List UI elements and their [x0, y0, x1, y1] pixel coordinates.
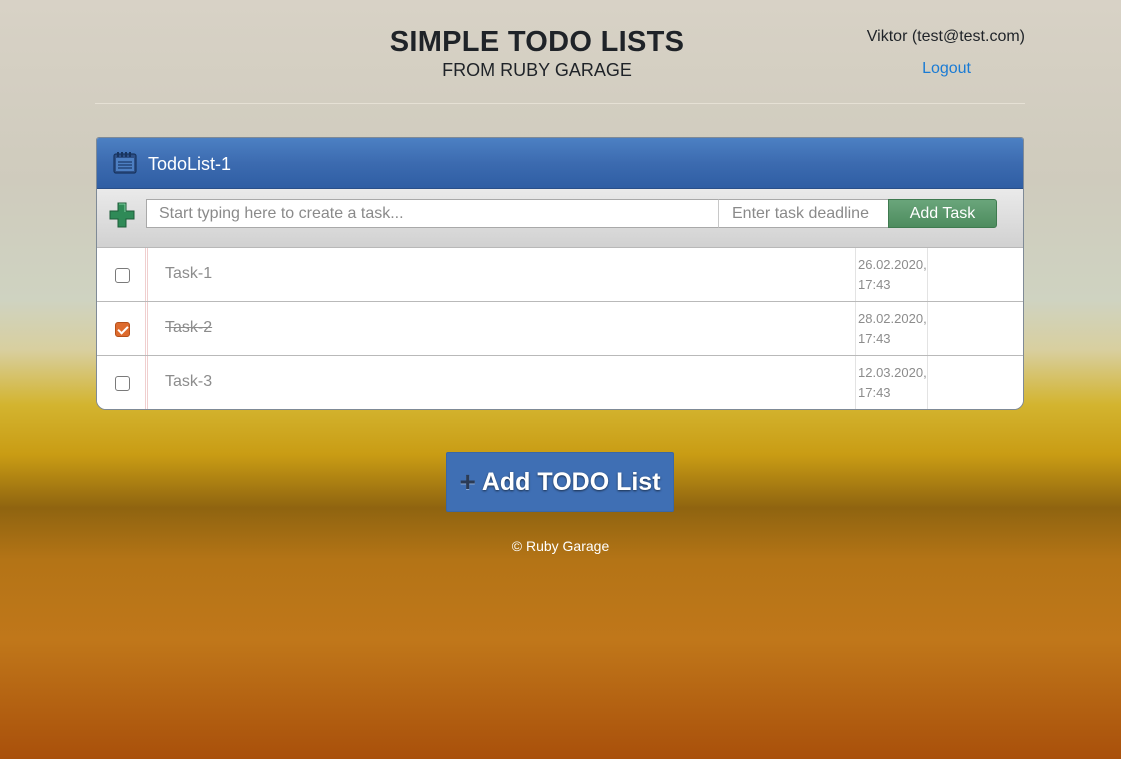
task-row: Task-1 26.02.2020, 17:43 [97, 248, 1023, 302]
page-header: SIMPLE TODO LISTS FROM RUBY GARAGE Vikto… [95, 0, 1025, 104]
task-checkbox[interactable] [115, 268, 130, 283]
task-deadline: 26.02.2020, 17:43 [855, 248, 928, 301]
plus-icon: + [459, 466, 476, 497]
task-row: Task-3 12.03.2020, 17:43 [97, 356, 1023, 409]
new-task-input[interactable] [146, 199, 719, 228]
add-todo-list-button[interactable]: + Add TODO List [446, 452, 674, 512]
plus-icon [109, 202, 135, 228]
task-check-cell [97, 356, 148, 409]
page-subtitle: FROM RUBY GARAGE [442, 60, 632, 80]
task-row: Task-2 28.02.2020, 17:43 [97, 302, 1023, 356]
logout-link[interactable]: Logout [922, 60, 971, 78]
task-deadline: 12.03.2020, 17:43 [855, 356, 928, 409]
todo-list-panel: TodoList-1 Add Task Task-1 26.02.2020, 1… [96, 137, 1024, 410]
new-task-bar: Add Task [97, 189, 1023, 248]
task-name[interactable]: Task-2 [165, 319, 212, 337]
todo-list-header: TodoList-1 [97, 138, 1023, 189]
calendar-icon [113, 151, 137, 174]
add-task-button[interactable]: Add Task [888, 199, 997, 228]
task-check-cell [97, 302, 148, 355]
task-deadline-input[interactable] [718, 199, 889, 228]
task-name[interactable]: Task-1 [165, 265, 212, 283]
task-deadline: 28.02.2020, 17:43 [855, 302, 928, 355]
task-name[interactable]: Task-3 [165, 373, 212, 391]
todo-list-title: TodoList-1 [148, 154, 232, 174]
user-info: Viktor (test@test.com) [866, 28, 1025, 45]
footer-copyright: © Ruby Garage [511, 538, 610, 554]
task-check-cell [97, 248, 148, 301]
task-list: Task-1 26.02.2020, 17:43 Task-2 28.02.20… [97, 248, 1023, 409]
add-todo-list-label: Add TODO List [481, 467, 661, 496]
task-checkbox[interactable] [115, 376, 130, 391]
task-checkbox[interactable] [115, 322, 130, 337]
